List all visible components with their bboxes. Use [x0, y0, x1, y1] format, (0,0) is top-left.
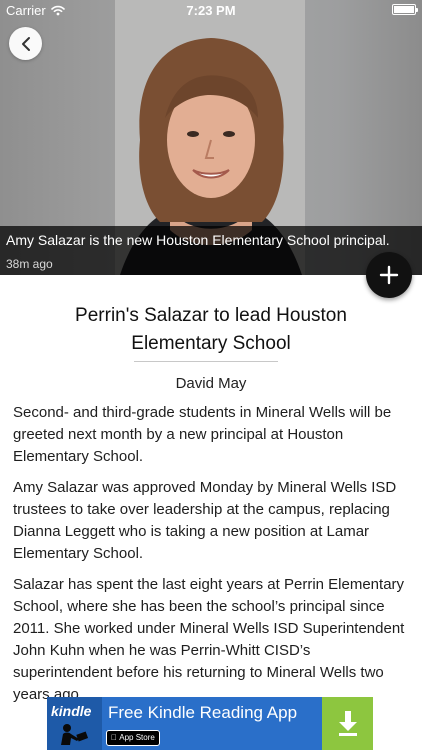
title-divider [134, 361, 278, 362]
ad-banner[interactable]: kindle Free Kindle Reading App  App Sto… [47, 697, 373, 750]
author-name: David May [175, 375, 247, 392]
photo-caption-bar: Amy Salazar is the new Houston Elementar… [0, 226, 422, 275]
apple-icon:  [111, 733, 117, 742]
hero-image: Amy Salazar is the new Houston Elementar… [0, 0, 422, 275]
article-title-line-2: Elementary School [131, 333, 291, 354]
article-body: Second- and third-grade students in Mine… [13, 402, 411, 715]
article-title: Perrin's Salazar to lead Houston Element… [30, 302, 392, 358]
kindle-logo: kindle [51, 703, 92, 719]
plus-icon [379, 265, 399, 285]
status-time: 7:23 PM [186, 3, 236, 18]
battery-icon [392, 4, 418, 15]
battery-fill [394, 6, 414, 13]
article-paragraph: Second- and third-grade students in Mine… [13, 404, 392, 465]
article-paragraph: Salazar has spent the last eight years a… [13, 576, 405, 703]
timestamp: 38m ago [6, 257, 53, 271]
reader-silhouette-icon [61, 724, 89, 745]
ad-download-button[interactable] [322, 697, 373, 750]
article-screen: Amy Salazar is the new Houston Elementar… [0, 0, 422, 750]
chevron-left-icon [21, 36, 30, 51]
ad-logo-panel: kindle [47, 697, 102, 750]
download-arrow-icon [338, 710, 357, 736]
article-title-line-1: Perrin's Salazar to lead Houston [75, 305, 347, 326]
article-paragraph: Amy Salazar was approved Monday by Miner… [13, 479, 397, 562]
status-bar: Carrier 7:23 PM [0, 0, 422, 20]
app-store-label: App Store [111, 733, 155, 742]
photo-caption: Amy Salazar is the new Houston Elementar… [6, 232, 390, 248]
ad-title: Free Kindle Reading App [108, 703, 298, 722]
back-button[interactable] [9, 27, 42, 60]
app-store-badge:  App Store [106, 730, 160, 746]
add-button[interactable] [366, 252, 412, 298]
